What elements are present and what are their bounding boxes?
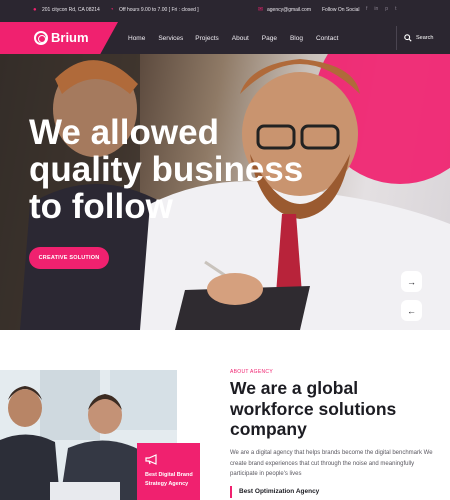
search-button[interactable]: Search — [404, 34, 433, 42]
slider-prev-button[interactable]: ← — [401, 300, 422, 321]
nav-home[interactable]: Home — [128, 35, 145, 42]
hours-text: Off hours 9.00 to 7.00 [ Fri : closed ] — [119, 7, 199, 13]
nav-divider — [396, 26, 397, 50]
hero-title-line-2: quality business — [29, 150, 304, 189]
top-info-bar: ● 201 citycon Rd, CA 08214 ◔ Off hours 9… — [0, 0, 450, 22]
location-pin-icon: ● — [33, 7, 37, 13]
hero-slider: We allowed quality business to follow CR… — [0, 54, 450, 330]
search-label: Search — [416, 35, 434, 41]
nav-blog[interactable]: Blog — [290, 35, 303, 42]
social-icons: f in p t — [366, 6, 396, 12]
search-icon — [404, 34, 412, 42]
badge-text: Best Digital Brand Strategy Agency — [145, 472, 193, 487]
brand-strategy-badge: Best Digital Brand Strategy Agency — [137, 443, 200, 500]
creative-solution-button[interactable]: CREATIVE SOLUTION — [29, 247, 109, 269]
logo-mark-icon — [34, 31, 48, 45]
feature-item: Best Optimization Agency — [230, 486, 440, 498]
main-nav: Home Services Projects About Page Blog C… — [128, 22, 338, 54]
slider-next-button[interactable]: → — [401, 271, 422, 292]
mail-icon: ✉ — [258, 7, 264, 13]
nav-page[interactable]: Page — [262, 35, 277, 42]
address-text: 201 citycon Rd, CA 08214 — [42, 7, 100, 13]
nav-contact[interactable]: Contact — [316, 35, 338, 42]
email-info[interactable]: ✉ agency@gmail.com — [258, 7, 311, 13]
megaphone-icon — [145, 454, 157, 465]
clock-icon: ◔ — [110, 7, 114, 13]
social-label-text: Follow On Social — [322, 7, 360, 13]
about-title: We are a global workforce solutions comp… — [230, 378, 397, 439]
hero-title: We allowed quality business to follow — [29, 114, 349, 225]
hero-title-line-1: We allowed — [29, 113, 219, 152]
arrow-left-icon: ← — [407, 305, 416, 316]
linkedin-icon[interactable]: in — [374, 6, 378, 12]
nav-projects[interactable]: Projects — [195, 35, 218, 42]
twitter-icon[interactable]: t — [395, 6, 396, 12]
hero-title-line-3: to follow — [29, 187, 173, 226]
section-eyebrow: ABOUT AGENCY — [230, 369, 273, 375]
pinterest-icon[interactable]: p — [385, 6, 388, 12]
social-label: Follow On Social — [322, 7, 360, 13]
hours-info: ◔ Off hours 9.00 to 7.00 [ Fri : closed … — [110, 7, 199, 13]
nav-services[interactable]: Services — [158, 35, 183, 42]
brand-name: Brium — [51, 30, 89, 45]
nav-about[interactable]: About — [232, 35, 249, 42]
email-text[interactable]: agency@gmail.com — [267, 7, 311, 13]
address-info: ● 201 citycon Rd, CA 08214 — [33, 7, 100, 13]
brand-logo[interactable]: Brium — [0, 22, 118, 54]
facebook-icon[interactable]: f — [366, 6, 367, 12]
arrow-right-icon: → — [407, 276, 416, 287]
main-navbar: Brium Home Services Projects About Page … — [0, 22, 450, 54]
about-description: We are a digital agency that helps brand… — [230, 450, 433, 477]
